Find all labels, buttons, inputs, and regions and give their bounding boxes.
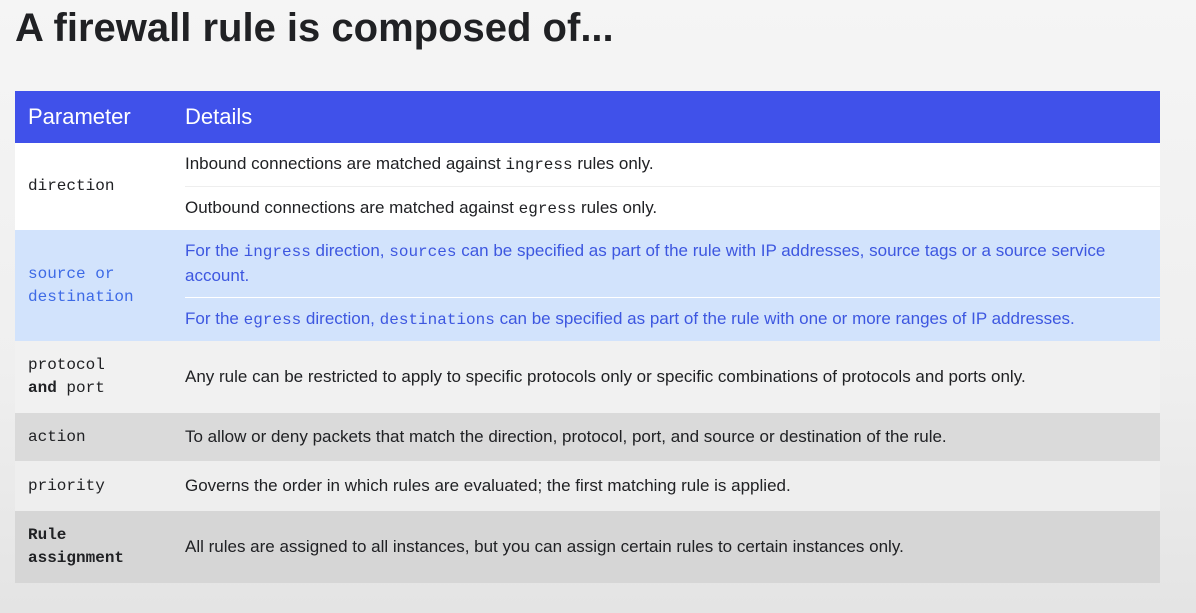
header-parameter: Parameter xyxy=(28,104,131,129)
table-row-source-destination: source or destination For the ingress dir… xyxy=(15,230,1160,341)
param-protocol-port: protocol and port xyxy=(28,356,105,397)
header-details: Details xyxy=(185,104,253,129)
param-rule-assignment: Rule assignment xyxy=(28,526,125,567)
slide-title: A firewall rule is composed of... xyxy=(15,6,614,50)
param-direction: direction xyxy=(28,177,115,195)
param-priority: priority xyxy=(28,476,105,495)
detail-direction-outbound: Outbound connections are matched against… xyxy=(185,186,1160,230)
detail-action: To allow or deny packets that match the … xyxy=(185,427,947,446)
table-row-priority: priority Governs the order in which rule… xyxy=(15,461,1160,511)
detail-source-ingress: For the ingress direction, sources can b… xyxy=(185,241,1106,285)
table-row-direction: direction Inbound connections are matche… xyxy=(15,143,1160,230)
detail-rule-assignment: All rules are assigned to all instances,… xyxy=(185,537,904,556)
param-action: action xyxy=(28,427,86,446)
firewall-rule-table: Parameter Details direction Inbound conn… xyxy=(15,91,1160,583)
table-header: Parameter Details xyxy=(15,91,1160,143)
detail-direction-inbound: Inbound connections are matched against … xyxy=(185,143,1160,186)
table-row-action: action To allow or deny packets that mat… xyxy=(15,413,1160,461)
detail-priority: Governs the order in which rules are eva… xyxy=(185,476,791,495)
table-row-protocol-port: protocol and port Any rule can be restric… xyxy=(15,341,1160,413)
detail-destination-egress: For the egress direction, destinations c… xyxy=(185,297,1160,341)
table-row-rule-assignment: Rule assignment All rules are assigned to… xyxy=(15,511,1160,583)
detail-protocol-port: Any rule can be restricted to apply to s… xyxy=(185,367,1026,386)
param-source-destination: source or destination xyxy=(28,264,134,306)
